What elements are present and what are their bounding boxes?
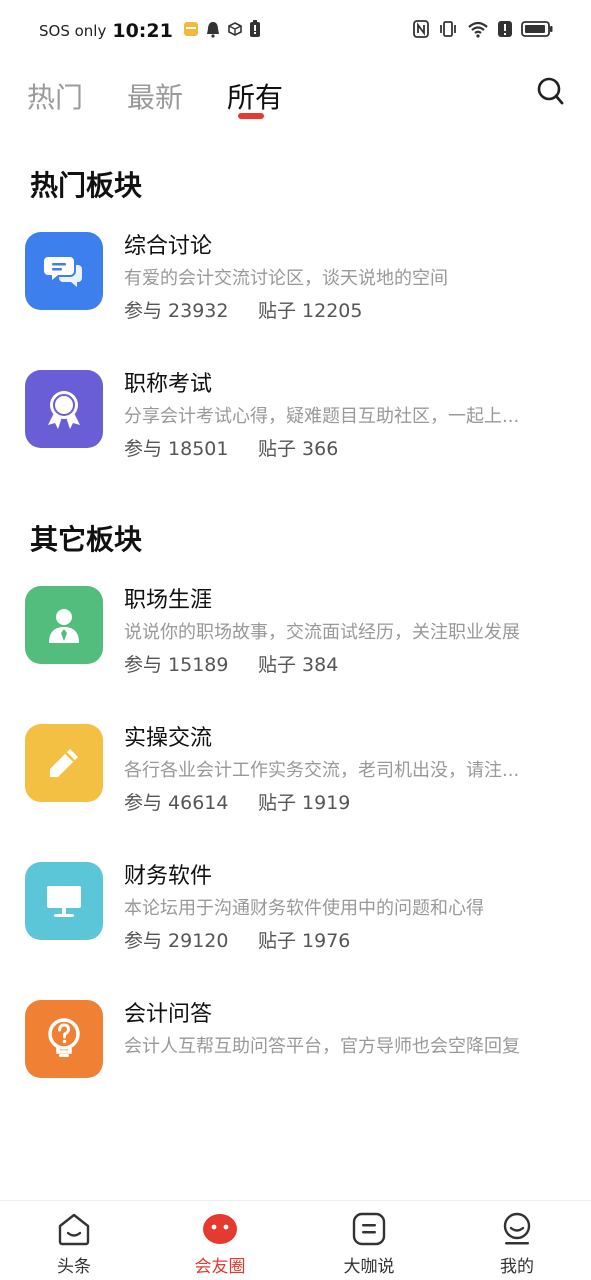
wifi-icon	[467, 20, 489, 42]
nav-label: 会友圈	[194, 1257, 246, 1277]
board-name: 实操交流	[124, 726, 213, 751]
board-desc: 分享会计考试心得，疑难题目互助社区，一起上...	[124, 406, 520, 427]
board-stats: 参与 29120 贴子 1976	[124, 926, 350, 953]
board-stats: 参与 46614 贴子 1919	[124, 788, 350, 815]
battery-icon	[521, 20, 553, 42]
box-icon	[227, 21, 243, 41]
board-item[interactable]: 综合讨论 有爱的会计交流讨论区，谈天说地的空间 参与 23932 贴子 1220…	[25, 232, 570, 332]
nav-label: 大咖说	[343, 1257, 395, 1277]
talk-icon	[349, 1211, 389, 1247]
monitor-icon	[25, 862, 103, 940]
question-bulb-icon	[25, 1000, 103, 1078]
profile-icon	[497, 1211, 537, 1247]
battery-alert-icon	[249, 20, 261, 42]
board-desc: 各行各业会计工作实务交流，老司机出没，请注...	[124, 760, 520, 781]
vibrate-icon	[438, 20, 458, 42]
clock: 10:21	[112, 20, 173, 42]
section-title-other: 其它板块	[30, 523, 143, 556]
nfc-icon	[413, 20, 429, 42]
join-count: 参与 23932	[124, 300, 229, 322]
board-item[interactable]: 职场生涯 说说你的职场故事，交流面试经历，关注职业发展 参与 15189 贴子 …	[25, 586, 570, 686]
person-tie-icon	[25, 586, 103, 664]
bottom-nav: 头条 会友圈 大咖说 我的	[0, 1200, 591, 1280]
board-name: 财务软件	[124, 864, 213, 889]
post-count: 贴子 1919	[258, 792, 351, 814]
search-icon	[536, 77, 564, 110]
board-stats: 参与 18501 贴子 366	[124, 434, 338, 461]
chat-bubbles-icon	[25, 232, 103, 310]
board-item[interactable]: 会计问答 会计人互帮互助问答平台，官方导师也会空降回复	[25, 1000, 570, 1100]
board-name: 综合讨论	[124, 234, 213, 259]
nav-label: 我的	[500, 1257, 534, 1277]
carrier-text: SOS only	[39, 22, 107, 40]
board-item[interactable]: 实操交流 各行各业会计工作实务交流，老司机出没，请注... 参与 46614 贴…	[25, 724, 570, 824]
board-name: 职场生涯	[124, 588, 213, 613]
active-tab-indicator	[238, 113, 264, 119]
tab-hot[interactable]: 热门	[27, 76, 83, 120]
board-stats: 参与 23932 贴子 12205	[124, 296, 362, 323]
post-count: 贴子 1976	[258, 930, 351, 952]
nav-item-home[interactable]: 头条	[29, 1211, 119, 1277]
community-icon	[200, 1211, 240, 1247]
board-name: 职称考试	[124, 372, 213, 397]
join-count: 参与 15189	[124, 654, 229, 676]
post-count: 贴子 384	[258, 654, 339, 676]
nav-item-profile[interactable]: 我的	[472, 1211, 562, 1277]
notes-app-icon	[183, 21, 199, 41]
search-button[interactable]	[536, 76, 564, 106]
post-count: 贴子 366	[258, 438, 339, 460]
nav-item-talk[interactable]: 大咖说	[324, 1211, 414, 1277]
tab-latest[interactable]: 最新	[127, 76, 183, 120]
bell-icon	[205, 21, 221, 42]
medal-icon	[25, 370, 103, 448]
section-title-hot: 热门板块	[30, 169, 143, 202]
board-desc: 会计人互帮互助问答平台，官方导师也会空降回复	[124, 1036, 520, 1057]
board-desc: 说说你的职场故事，交流面试经历，关注职业发展	[124, 622, 520, 643]
board-stats: 参与 15189 贴子 384	[124, 650, 338, 677]
status-bar: SOS only 10:21	[0, 0, 591, 64]
post-count: 贴子 12205	[258, 300, 363, 322]
home-icon	[54, 1211, 94, 1247]
pencil-icon	[25, 724, 103, 802]
alert-icon	[498, 20, 512, 42]
board-desc: 本论坛用于沟通财务软件使用中的问题和心得	[124, 898, 484, 919]
board-name: 会计问答	[124, 1002, 213, 1027]
nav-item-community[interactable]: 会友圈	[175, 1211, 265, 1277]
board-item[interactable]: 财务软件 本论坛用于沟通财务软件使用中的问题和心得 参与 29120 贴子 19…	[25, 862, 570, 962]
board-item[interactable]: 职称考试 分享会计考试心得，疑难题目互助社区，一起上... 参与 18501 贴…	[25, 370, 570, 470]
board-desc: 有爱的会计交流讨论区，谈天说地的空间	[124, 268, 448, 289]
join-count: 参与 46614	[124, 792, 229, 814]
join-count: 参与 18501	[124, 438, 229, 460]
join-count: 参与 29120	[124, 930, 229, 952]
nav-label: 头条	[57, 1257, 91, 1277]
